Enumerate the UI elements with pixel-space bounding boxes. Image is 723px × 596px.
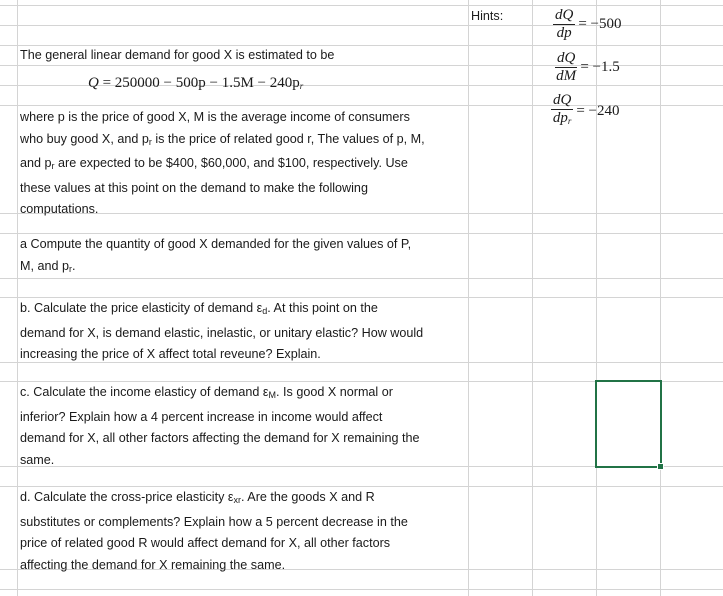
question-c[interactable]: c. Calculate the income elasticy of dema… <box>20 382 466 471</box>
fill-handle[interactable] <box>657 463 664 470</box>
hint-dq-dpr[interactable]: dQ dpr = −240 <box>551 92 620 130</box>
selected-cell[interactable] <box>595 380 662 468</box>
intro-para-line: and pr are expected to be $400, $60,000,… <box>20 156 408 172</box>
equation-lhs: Q <box>88 75 99 91</box>
question-a[interactable]: a Compute the quantity of good X demande… <box>20 234 466 280</box>
intro-line[interactable]: The general linear demand for good X is … <box>20 45 466 67</box>
hint-dq-dp[interactable]: dQ dp = −500 <box>553 7 622 42</box>
row-line <box>0 5 723 6</box>
col-line <box>17 0 18 596</box>
intro-para-line: computations. <box>20 202 99 217</box>
intro-paragraph[interactable]: where p is the price of good X, M is the… <box>20 107 466 221</box>
row-line <box>0 589 723 590</box>
demand-equation[interactable]: Q = 250000 − 500p − 1.5M − 240pr <box>88 73 534 96</box>
equation-rhs: = 250000 − 500p − 1.5M − 240p <box>102 75 300 91</box>
question-b[interactable]: b. Calculate the price elasticity of dem… <box>20 298 466 366</box>
hints-label[interactable]: Hints: <box>471 6 503 26</box>
intro-para-line: these values at this point on the demand… <box>20 180 368 195</box>
col-line <box>596 0 597 596</box>
hint-dq-dm[interactable]: dQ dM = −1.5 <box>555 50 620 85</box>
equation-sub: r <box>299 81 304 91</box>
intro-para-line: who buy good X, and pr is the price of r… <box>20 131 425 147</box>
col-line <box>660 0 661 596</box>
question-d[interactable]: d. Calculate the cross-price elasticity … <box>20 487 466 576</box>
intro-para-line: where p is the price of good X, M is the… <box>20 110 410 124</box>
